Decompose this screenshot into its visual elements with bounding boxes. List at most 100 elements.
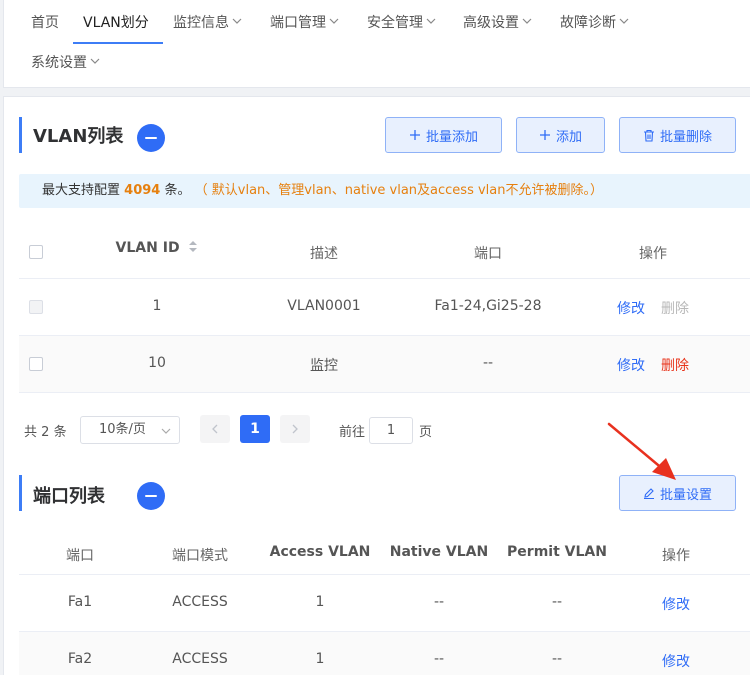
chevron-down-icon xyxy=(232,18,242,24)
port-mode-cell: ACCESS xyxy=(172,651,228,667)
nav-item-label: 安全管理 xyxy=(367,15,423,31)
nav-item-label: 端口管理 xyxy=(270,15,326,31)
active-tab-indicator xyxy=(73,42,163,44)
row-divider xyxy=(19,278,750,279)
nav-item-diagnostics[interactable]: 故障诊断 xyxy=(560,11,629,35)
vlan-id-cell: 1 xyxy=(152,298,162,314)
next-page-button[interactable] xyxy=(280,415,310,443)
port-name-cell: Fa1 xyxy=(67,594,93,610)
row-checkbox[interactable] xyxy=(29,357,43,371)
column-header-native-vlan: Native VLAN xyxy=(389,544,489,560)
section-accent-bar xyxy=(19,475,22,511)
top-navigation: 首页 VLAN划分 监控信息 端口管理 安全管理 高级设置 故障诊断 系统设置 xyxy=(3,0,750,88)
chevron-down-icon xyxy=(161,428,171,434)
bulk-add-label: 批量添加 xyxy=(425,129,478,145)
sort-icon xyxy=(189,241,198,252)
row-checkbox-disabled xyxy=(29,300,43,314)
notice-warning: （ 默认vlan、管理vlan、native vlan及access vlan不… xyxy=(194,183,603,198)
column-header-access-vlan: Access VLAN xyxy=(269,544,371,560)
vlan-ports-cell: Fa1-24,Gi25-28 xyxy=(434,298,542,314)
permit-vlan-cell: -- xyxy=(551,594,563,610)
plus-icon xyxy=(409,130,420,140)
notice-max-count: 4094 xyxy=(124,183,161,198)
edit-vlan-link[interactable]: 修改 xyxy=(617,355,645,375)
delete-vlan-link[interactable]: 删除 xyxy=(661,355,689,375)
nav-item-security[interactable]: 安全管理 xyxy=(367,11,436,35)
chevron-right-icon xyxy=(292,424,298,434)
nav-item-vlan[interactable]: VLAN划分 xyxy=(83,11,149,35)
add-label: 添加 xyxy=(555,129,582,145)
select-all-checkbox[interactable] xyxy=(29,245,43,259)
nav-item-label: VLAN划分 xyxy=(83,15,149,31)
chevron-down-icon xyxy=(329,18,339,24)
collapse-port-section-button[interactable] xyxy=(137,482,165,510)
nav-item-advanced[interactable]: 高级设置 xyxy=(463,11,532,35)
column-header-label: VLAN ID xyxy=(115,240,180,256)
pagination-total: 共 2 条 xyxy=(24,421,67,440)
vlan-description-cell: 监控 xyxy=(310,358,338,374)
column-header-port-actions: 操作 xyxy=(662,548,690,564)
add-button[interactable]: 添加 xyxy=(516,117,605,153)
annotation-arrow-icon xyxy=(607,422,676,480)
edit-vlan-link[interactable]: 修改 xyxy=(617,298,645,318)
edit-port-link[interactable]: 修改 xyxy=(662,594,690,614)
notice-prefix: 最大支持配置 xyxy=(42,183,121,198)
chevron-down-icon xyxy=(90,58,100,64)
notice-suffix: 条。 xyxy=(164,183,191,198)
nav-item-label: 监控信息 xyxy=(173,15,229,31)
total-count: 2 xyxy=(41,425,50,440)
chevron-down-icon xyxy=(619,18,629,24)
port-name-cell: Fa2 xyxy=(67,651,93,667)
nav-item-monitor[interactable]: 监控信息 xyxy=(173,11,242,35)
main-panel: VLAN列表 批量添加 添加 批量删除 最大支持配置 4094 条。 （ 默认v… xyxy=(3,96,750,675)
bulk-delete-button[interactable]: 批量删除 xyxy=(619,117,736,153)
table-row-stripe xyxy=(19,632,750,675)
nav-item-home[interactable]: 首页 xyxy=(31,11,59,35)
edit-icon xyxy=(643,488,654,499)
edit-port-link[interactable]: 修改 xyxy=(662,651,690,671)
port-list-title: 端口列表 xyxy=(33,486,105,507)
row-divider xyxy=(19,574,750,575)
total-prefix: 共 xyxy=(24,425,38,440)
nav-item-label: 系统设置 xyxy=(31,55,87,71)
goto-suffix: 页 xyxy=(419,425,433,440)
page-size-value: 10条/页 xyxy=(99,422,146,437)
chevron-down-icon xyxy=(522,18,532,24)
native-vlan-cell: -- xyxy=(433,651,445,667)
nav-item-label: 高级设置 xyxy=(463,15,519,31)
vlan-ports-cell: -- xyxy=(482,355,494,371)
column-header-vlan-id[interactable]: VLAN ID xyxy=(97,240,217,256)
column-header-port-mode: 端口模式 xyxy=(172,548,228,564)
column-header-description: 描述 xyxy=(310,246,338,262)
column-header-actions: 操作 xyxy=(639,246,667,262)
delete-vlan-link-disabled: 删除 xyxy=(661,301,689,317)
goto-label: 前往 xyxy=(339,425,366,440)
nav-item-label: 故障诊断 xyxy=(560,15,616,31)
collapse-vlan-section-button[interactable] xyxy=(137,124,165,152)
port-mode-cell: ACCESS xyxy=(172,594,228,610)
bulk-delete-label: 批量删除 xyxy=(659,129,712,145)
native-vlan-cell: -- xyxy=(433,594,445,610)
access-vlan-cell: 1 xyxy=(315,651,325,667)
total-suffix: 条 xyxy=(53,425,67,440)
chevron-left-icon xyxy=(212,424,218,434)
nav-item-label: 首页 xyxy=(31,15,59,31)
nav-item-system[interactable]: 系统设置 xyxy=(31,51,100,75)
column-header-port: 端口 xyxy=(66,548,94,564)
row-divider xyxy=(19,392,750,393)
nav-item-port-management[interactable]: 端口管理 xyxy=(270,11,339,35)
access-vlan-cell: 1 xyxy=(315,594,325,610)
section-accent-bar xyxy=(19,117,22,153)
column-header-ports: 端口 xyxy=(474,246,502,262)
goto-page-input[interactable]: 1 xyxy=(369,417,413,444)
chevron-down-icon xyxy=(426,18,436,24)
page-number-button[interactable]: 1 xyxy=(240,415,270,443)
bulk-add-button[interactable]: 批量添加 xyxy=(385,117,502,153)
prev-page-button[interactable] xyxy=(200,415,230,443)
vlan-limit-notice: 最大支持配置 4094 条。 （ 默认vlan、管理vlan、native vl… xyxy=(19,174,750,208)
page-size-select[interactable]: 10条/页 xyxy=(80,416,180,444)
vlan-id-cell: 10 xyxy=(148,355,166,371)
trash-icon xyxy=(643,129,654,142)
plus-icon xyxy=(539,130,550,140)
column-header-permit-vlan: Permit VLAN xyxy=(507,544,607,560)
